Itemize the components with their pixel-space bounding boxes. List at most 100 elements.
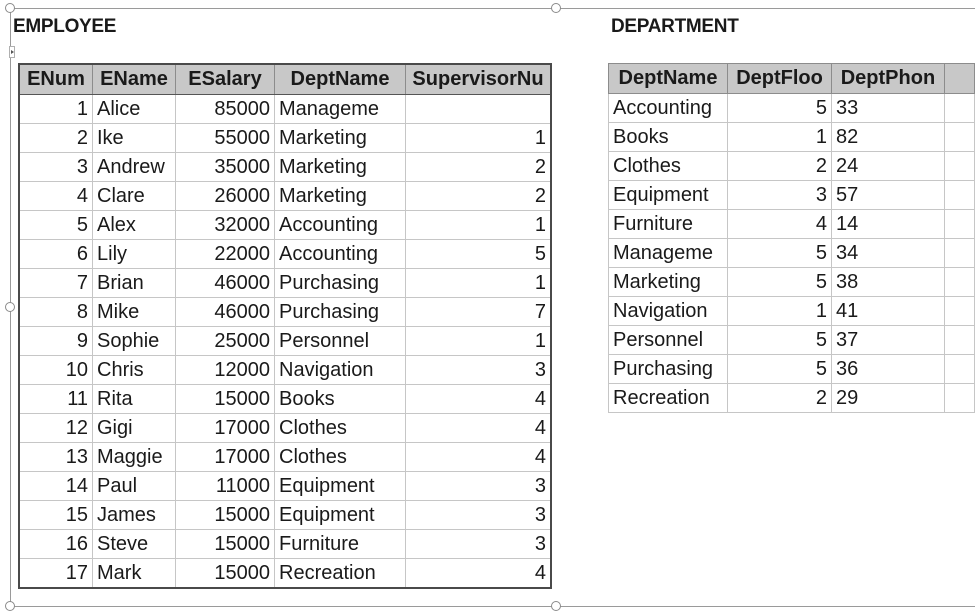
- supervisor-num-cell[interactable]: 2: [405, 181, 552, 211]
- enum-cell[interactable]: 2: [18, 123, 93, 153]
- enum-cell[interactable]: 7: [18, 268, 93, 298]
- supervisor-num-cell[interactable]: 2: [405, 152, 552, 182]
- column-header-deptphone[interactable]: DeptPhon: [831, 63, 945, 94]
- extra-cell[interactable]: [943, 325, 975, 355]
- enum-cell[interactable]: 9: [18, 326, 93, 356]
- deptname-cell[interactable]: Navigation: [607, 296, 729, 326]
- ename-cell[interactable]: Andrew: [92, 152, 176, 182]
- enum-cell[interactable]: 12: [18, 413, 93, 443]
- resize-handle-middle-left[interactable]: [5, 302, 15, 312]
- enum-cell[interactable]: 5: [18, 210, 93, 240]
- supervisor-num-cell[interactable]: [405, 94, 552, 124]
- extra-cell[interactable]: [943, 267, 975, 297]
- deptname-cell[interactable]: Furniture: [274, 529, 406, 559]
- esalary-cell[interactable]: 17000: [175, 442, 275, 472]
- supervisor-num-cell[interactable]: 3: [405, 500, 552, 530]
- supervisor-num-cell[interactable]: 3: [405, 355, 552, 385]
- extra-cell[interactable]: [943, 354, 975, 384]
- deptname-cell[interactable]: Clothes: [607, 151, 729, 181]
- ename-cell[interactable]: Mike: [92, 297, 176, 327]
- supervisor-num-cell[interactable]: 4: [405, 558, 552, 589]
- ename-cell[interactable]: Lily: [92, 239, 176, 269]
- deptname-cell[interactable]: Personnel: [274, 326, 406, 356]
- ename-cell[interactable]: Ike: [92, 123, 176, 153]
- dept-floor-cell[interactable]: 5: [727, 93, 833, 123]
- supervisor-num-cell[interactable]: 7: [405, 297, 552, 327]
- enum-cell[interactable]: 3: [18, 152, 93, 182]
- dept-phone-cell[interactable]: 38: [831, 267, 945, 297]
- esalary-cell[interactable]: 15000: [175, 500, 275, 530]
- esalary-cell[interactable]: 46000: [175, 268, 275, 298]
- esalary-cell[interactable]: 12000: [175, 355, 275, 385]
- ename-cell[interactable]: Alex: [92, 210, 176, 240]
- column-header-deptname[interactable]: DeptName: [274, 63, 406, 95]
- dept-phone-cell[interactable]: 37: [831, 325, 945, 355]
- extra-cell[interactable]: [943, 209, 975, 239]
- supervisor-num-cell[interactable]: 1: [405, 123, 552, 153]
- enum-cell[interactable]: 15: [18, 500, 93, 530]
- dept-phone-cell[interactable]: 24: [831, 151, 945, 181]
- deptname-cell[interactable]: Recreation: [607, 383, 729, 413]
- extra-cell[interactable]: [943, 383, 975, 413]
- extra-cell[interactable]: [943, 238, 975, 268]
- column-header-ename[interactable]: EName: [92, 63, 176, 95]
- ename-cell[interactable]: Sophie: [92, 326, 176, 356]
- dept-floor-cell[interactable]: 5: [727, 238, 833, 268]
- esalary-cell[interactable]: 17000: [175, 413, 275, 443]
- dept-phone-cell[interactable]: 29: [831, 383, 945, 413]
- enum-cell[interactable]: 6: [18, 239, 93, 269]
- extra-cell[interactable]: [943, 122, 975, 152]
- supervisor-num-cell[interactable]: 4: [405, 442, 552, 472]
- dept-phone-cell[interactable]: 33: [831, 93, 945, 123]
- esalary-cell[interactable]: 85000: [175, 94, 275, 124]
- anchor-icon[interactable]: [9, 46, 15, 58]
- ename-cell[interactable]: Paul: [92, 471, 176, 501]
- deptname-cell[interactable]: Clothes: [274, 413, 406, 443]
- dept-phone-cell[interactable]: 36: [831, 354, 945, 384]
- extra-cell[interactable]: [943, 151, 975, 181]
- enum-cell[interactable]: 14: [18, 471, 93, 501]
- esalary-cell[interactable]: 15000: [175, 558, 275, 589]
- ename-cell[interactable]: Maggie: [92, 442, 176, 472]
- dept-phone-cell[interactable]: 57: [831, 180, 945, 210]
- enum-cell[interactable]: 8: [18, 297, 93, 327]
- supervisor-num-cell[interactable]: 4: [405, 384, 552, 414]
- deptname-cell[interactable]: Manageme: [607, 238, 729, 268]
- deptname-cell[interactable]: Accounting: [274, 210, 406, 240]
- deptname-cell[interactable]: Marketing: [274, 181, 406, 211]
- ename-cell[interactable]: Alice: [92, 94, 176, 124]
- dept-floor-cell[interactable]: 5: [727, 325, 833, 355]
- enum-cell[interactable]: 10: [18, 355, 93, 385]
- deptname-cell[interactable]: Marketing: [274, 123, 406, 153]
- column-header-enum[interactable]: ENum: [18, 63, 93, 95]
- enum-cell[interactable]: 16: [18, 529, 93, 559]
- deptname-cell[interactable]: Books: [607, 122, 729, 152]
- dept-floor-cell[interactable]: 4: [727, 209, 833, 239]
- deptname-cell[interactable]: Accounting: [607, 93, 729, 123]
- dept-phone-cell[interactable]: 34: [831, 238, 945, 268]
- supervisor-num-cell[interactable]: 5: [405, 239, 552, 269]
- supervisor-num-cell[interactable]: 1: [405, 268, 552, 298]
- deptname-cell[interactable]: Books: [274, 384, 406, 414]
- extra-cell[interactable]: [943, 296, 975, 326]
- esalary-cell[interactable]: 11000: [175, 471, 275, 501]
- deptname-cell[interactable]: Purchasing: [274, 268, 406, 298]
- dept-floor-cell[interactable]: 2: [727, 383, 833, 413]
- enum-cell[interactable]: 4: [18, 181, 93, 211]
- ename-cell[interactable]: Clare: [92, 181, 176, 211]
- resize-handle-top-middle[interactable]: [551, 3, 561, 13]
- ename-cell[interactable]: Steve: [92, 529, 176, 559]
- ename-cell[interactable]: Brian: [92, 268, 176, 298]
- deptname-cell[interactable]: Purchasing: [607, 354, 729, 384]
- esalary-cell[interactable]: 15000: [175, 384, 275, 414]
- supervisor-num-cell[interactable]: 3: [405, 529, 552, 559]
- deptname-cell[interactable]: Furniture: [607, 209, 729, 239]
- dept-phone-cell[interactable]: 14: [831, 209, 945, 239]
- esalary-cell[interactable]: 46000: [175, 297, 275, 327]
- esalary-cell[interactable]: 22000: [175, 239, 275, 269]
- dept-floor-cell[interactable]: 1: [727, 122, 833, 152]
- ename-cell[interactable]: Rita: [92, 384, 176, 414]
- deptname-cell[interactable]: Equipment: [274, 471, 406, 501]
- dept-floor-cell[interactable]: 1: [727, 296, 833, 326]
- dept-floor-cell[interactable]: 5: [727, 354, 833, 384]
